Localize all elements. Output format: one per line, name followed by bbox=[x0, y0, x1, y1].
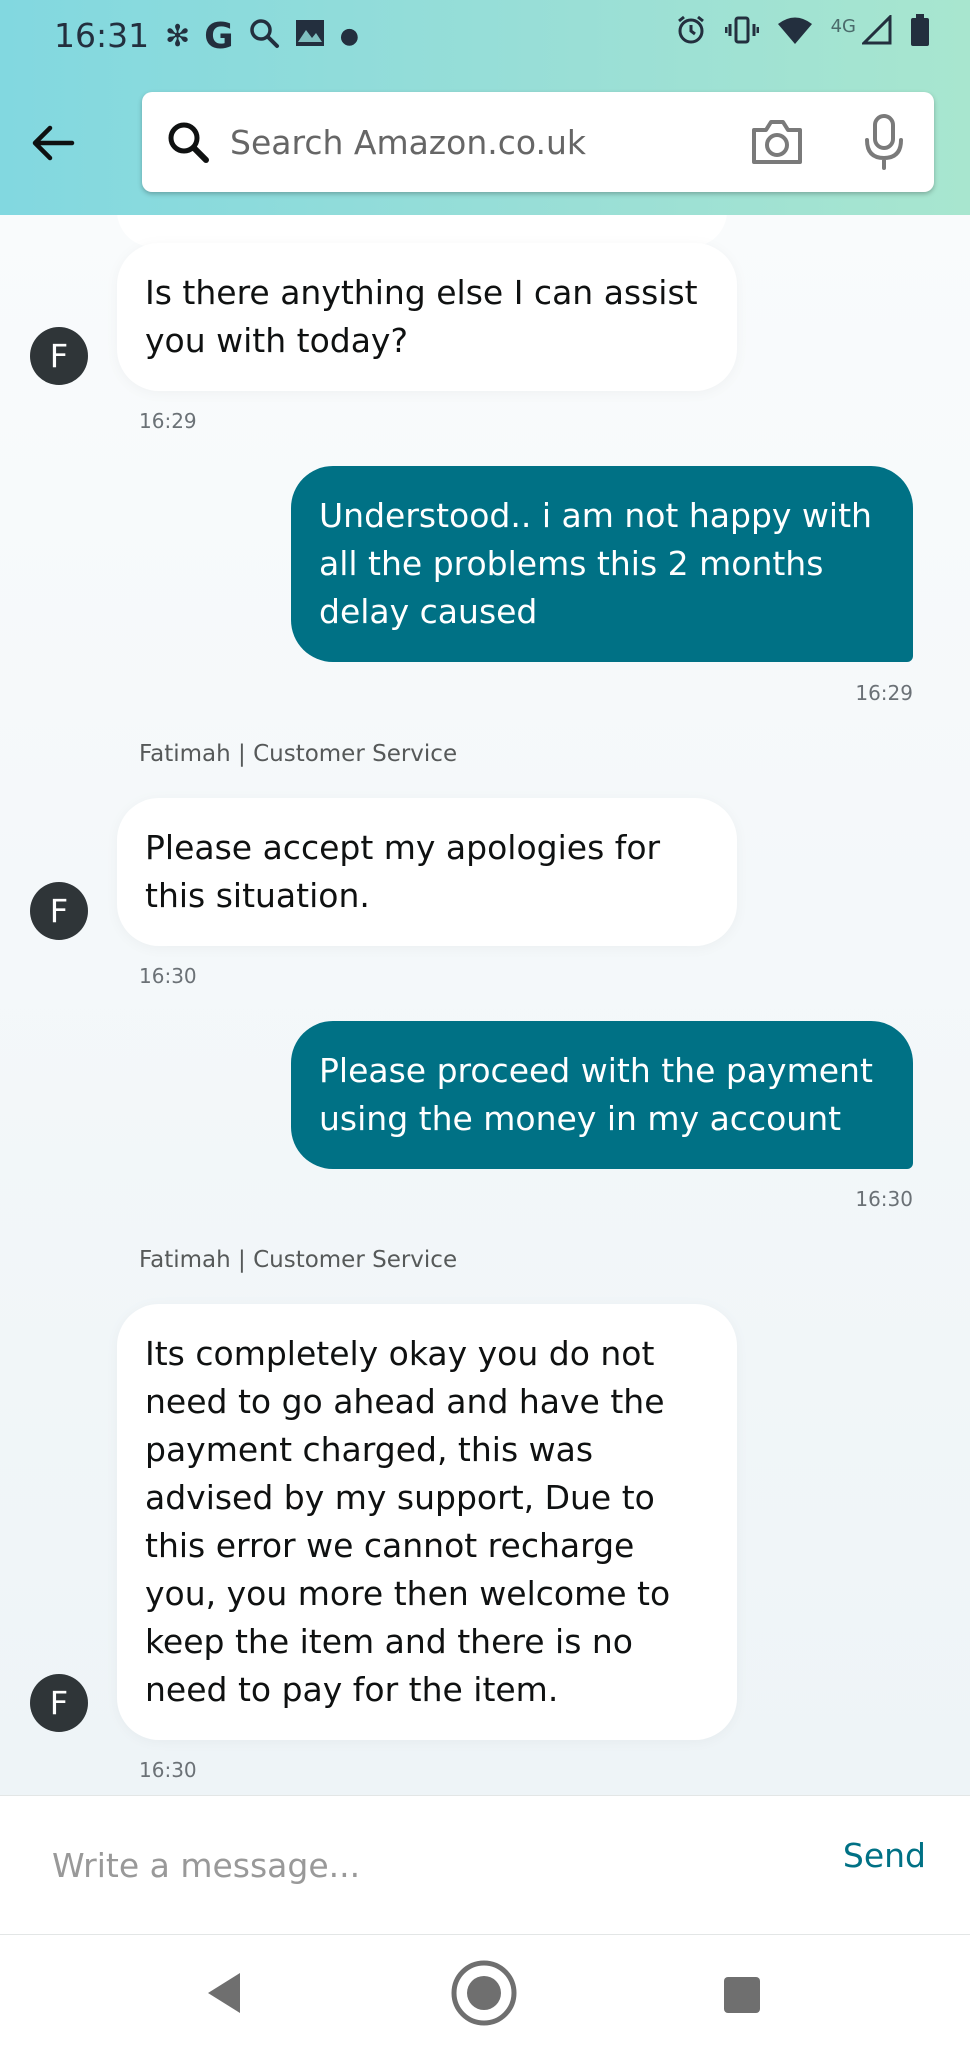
chat-thread[interactable]: Is there anything else I can assist you … bbox=[0, 215, 970, 1795]
message-timestamp: 16:29 bbox=[139, 409, 197, 433]
vibrate-icon bbox=[724, 15, 760, 53]
nav-home-icon[interactable] bbox=[450, 1959, 518, 2027]
signal-icon bbox=[860, 13, 892, 53]
network-label: 4G bbox=[830, 15, 856, 37]
google-icon: G bbox=[204, 16, 234, 57]
status-right-icons: 4G bbox=[675, 13, 930, 54]
back-arrow-icon[interactable] bbox=[28, 118, 78, 168]
message-timestamp: 16:30 bbox=[855, 1187, 913, 1211]
agent-message-bubble: Is there anything else I can assist you … bbox=[117, 243, 737, 391]
agent-avatar: F bbox=[30, 1674, 88, 1732]
dot-icon: ● bbox=[339, 24, 359, 49]
send-button[interactable]: Send bbox=[843, 1836, 926, 1875]
bluetooth-icon: ✻ bbox=[165, 19, 191, 54]
camera-icon[interactable] bbox=[748, 116, 806, 168]
message-composer: Send bbox=[0, 1795, 970, 1935]
message-timestamp: 16:30 bbox=[139, 964, 197, 988]
agent-name-label: Fatimah | Customer Service bbox=[139, 741, 458, 767]
message-timestamp: 16:29 bbox=[855, 681, 913, 705]
agent-name-label: Fatimah | Customer Service bbox=[139, 1247, 458, 1273]
status-time: 16:31 bbox=[54, 16, 150, 55]
wifi-icon bbox=[777, 15, 813, 53]
search-bar[interactable] bbox=[142, 92, 934, 192]
status-left-icons: ✻ G ● bbox=[165, 16, 359, 57]
battery-icon bbox=[910, 14, 930, 54]
search-input[interactable] bbox=[230, 110, 730, 174]
system-nav-bar bbox=[0, 1935, 970, 2048]
nav-recents-icon[interactable] bbox=[724, 1977, 760, 2013]
agent-avatar: F bbox=[30, 327, 88, 385]
app-header: 16:31 ✻ G ● 4G bbox=[0, 0, 970, 215]
search-icon bbox=[248, 17, 280, 57]
gallery-icon bbox=[294, 18, 326, 56]
search-icon[interactable] bbox=[164, 118, 212, 166]
microphone-icon[interactable] bbox=[862, 112, 906, 172]
message-input[interactable] bbox=[52, 1832, 792, 1898]
user-message-bubble: Please proceed with the payment using th… bbox=[291, 1021, 913, 1169]
agent-avatar: F bbox=[30, 882, 88, 940]
agent-message-bubble: Please accept my apologies for this situ… bbox=[117, 798, 737, 946]
nav-back-icon[interactable] bbox=[204, 1971, 244, 2015]
user-message-bubble: Understood.. i am not happy with all the… bbox=[291, 466, 913, 662]
alarm-icon bbox=[675, 14, 707, 54]
agent-message-bubble: Its completely okay you do not need to g… bbox=[117, 1304, 737, 1740]
message-timestamp: 16:30 bbox=[139, 1758, 197, 1782]
